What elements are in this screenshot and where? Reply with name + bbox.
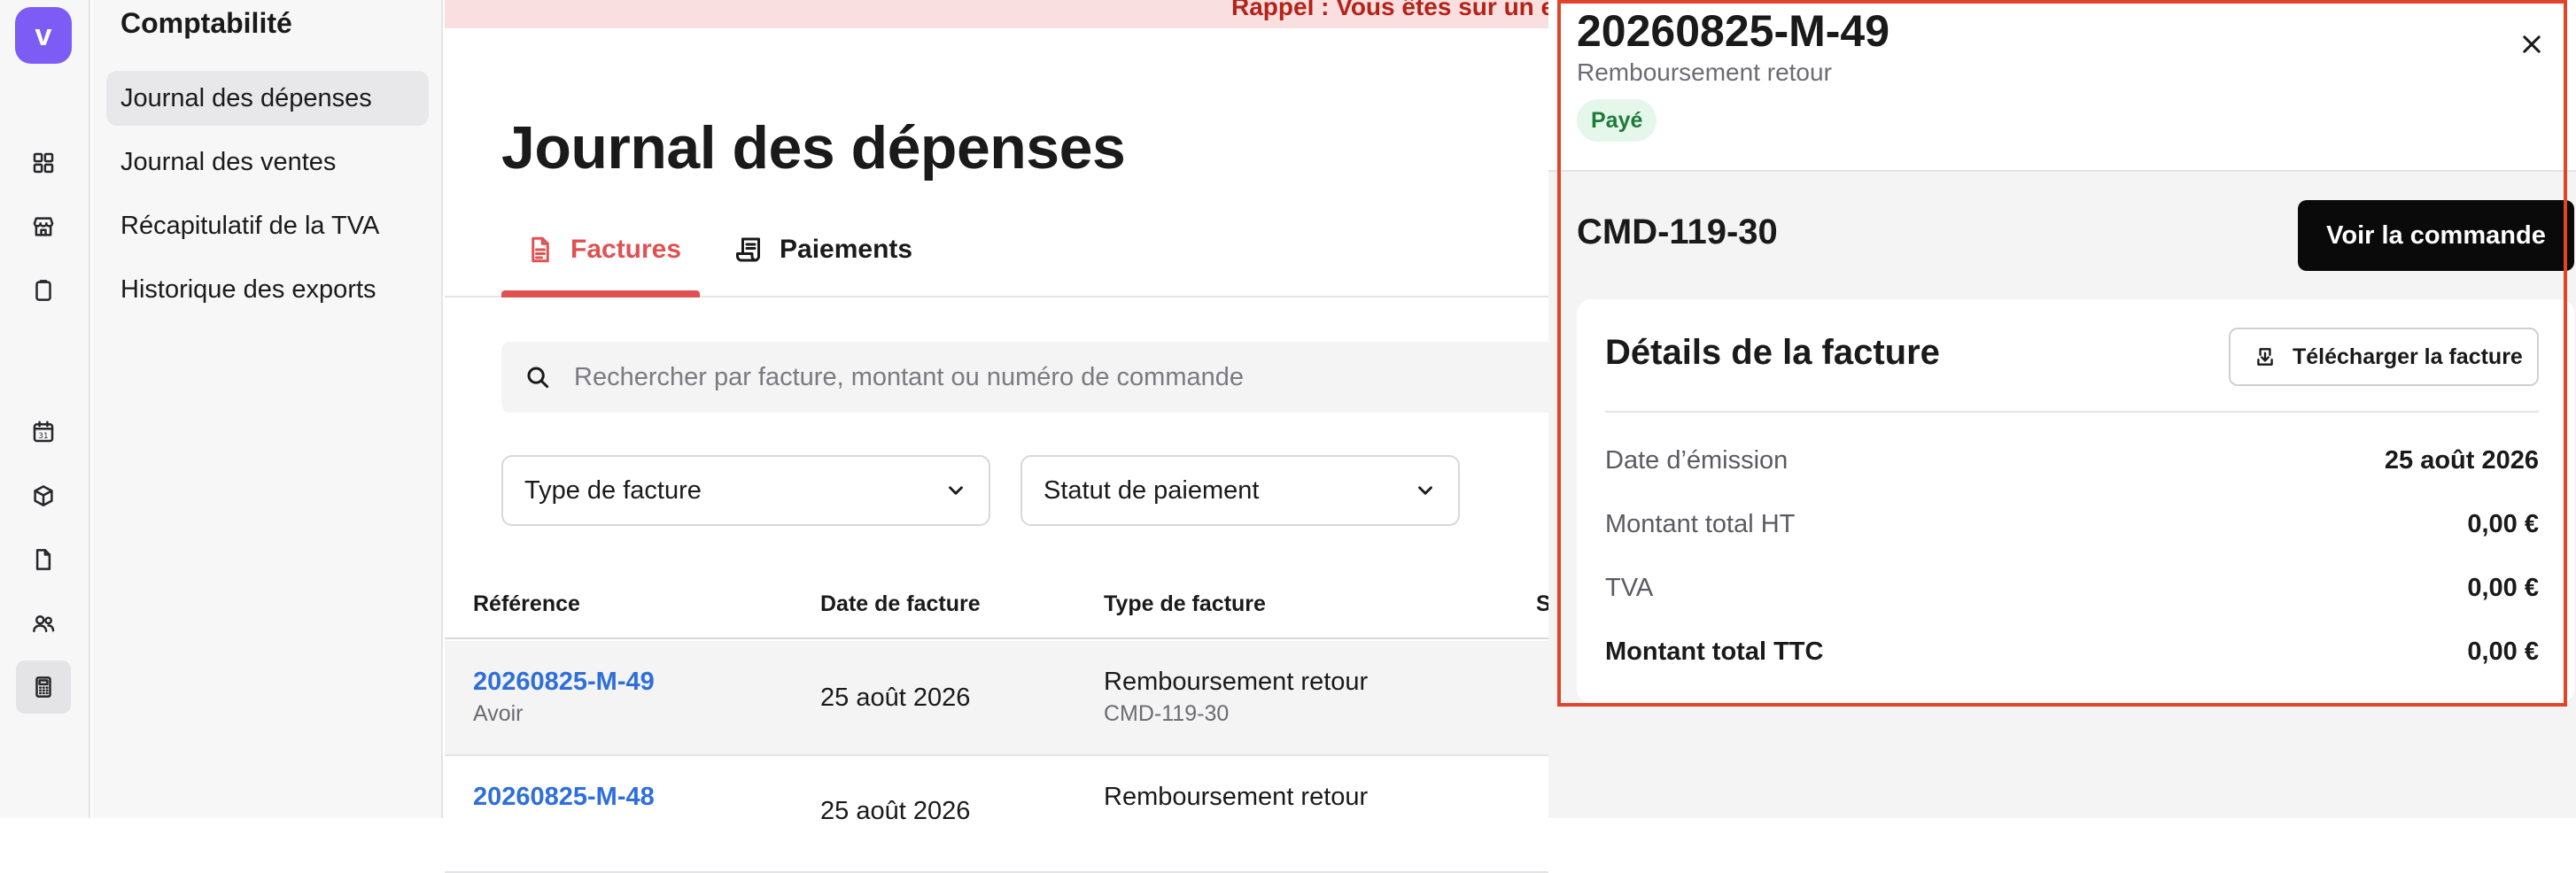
- column-header-reference: Référence: [473, 591, 580, 616]
- page-title: Journal des dépenses: [501, 114, 1126, 182]
- clipboard-icon[interactable]: [16, 264, 71, 317]
- drawer-title: 20260825-M-49: [1577, 6, 1890, 56]
- table-row[interactable]: 20260825-M-49 Avoir 25 août 2026 Rembour…: [445, 641, 1548, 756]
- sidebar-item-historique-exports[interactable]: Historique des exports: [106, 262, 429, 317]
- invoice-order-ref: CMD-119-30: [1104, 701, 1230, 726]
- download-icon: [2257, 348, 2273, 366]
- section-title: Comptabilité: [120, 7, 292, 39]
- invoice-date: 25 août 2026: [820, 684, 971, 712]
- document-icon[interactable]: [16, 533, 71, 586]
- invoice-details-card: Détails de la facture Télécharger la fac…: [1577, 299, 2574, 703]
- tab-bar: Factures Paiements: [445, 209, 1548, 297]
- close-icon: [2523, 35, 2541, 53]
- sidebar-item-label: Récapitulatif de la TVA: [120, 211, 380, 240]
- download-invoice-button[interactable]: Télécharger la facture: [2229, 328, 2539, 386]
- chevron-down-icon: [949, 486, 963, 495]
- total-ttc-value: 0,00 €: [2467, 637, 2539, 666]
- table-header: Référence Date de facture Type de factur…: [445, 579, 1551, 639]
- column-header-type: Type de facture: [1104, 591, 1266, 616]
- active-tab-indicator: [501, 290, 700, 297]
- calculator-icon[interactable]: [16, 661, 71, 714]
- total-ht-label: Montant total HT: [1605, 510, 1796, 538]
- sidebar-item-label: Journal des ventes: [120, 147, 337, 176]
- invoice-detail-drawer: 20260825-M-49 Remboursement retour Payé …: [1548, 0, 2576, 818]
- drawer-header: 20260825-M-49 Remboursement retour Payé: [1548, 0, 2576, 172]
- receipt-icon: [736, 237, 760, 262]
- view-order-button[interactable]: Voir la commande: [2298, 200, 2574, 271]
- main-content: Rappel : Vous êtes sur un e Journal des …: [445, 0, 1564, 873]
- users-icon[interactable]: [16, 597, 71, 650]
- grid-icon[interactable]: [16, 136, 71, 189]
- close-button[interactable]: [2514, 27, 2549, 62]
- app-logo[interactable]: v: [15, 7, 72, 64]
- invoice-icon: [531, 236, 549, 263]
- payment-status-select[interactable]: Statut de paiement: [1020, 455, 1460, 526]
- issue-date-value: 25 août 2026: [2384, 446, 2539, 475]
- box-icon[interactable]: [16, 469, 71, 522]
- search-bar[interactable]: [501, 342, 1564, 413]
- icon-rail: v 31: [0, 0, 90, 818]
- drawer-subtitle: Remboursement retour: [1577, 58, 1832, 86]
- invoice-type-select-label: Type de facture: [524, 475, 702, 505]
- store-icon[interactable]: [16, 200, 71, 253]
- order-id: CMD-119-30: [1577, 212, 1778, 251]
- invoice-reference-link[interactable]: 20260825-M-48: [473, 783, 655, 812]
- table-row[interactable]: 20260825-M-48 25 août 2026 Remboursement…: [445, 758, 1548, 873]
- invoice-kind: Avoir: [473, 701, 524, 726]
- divider: [1605, 411, 2539, 413]
- tab-factures[interactable]: Factures: [524, 221, 681, 278]
- sidebar-item-recap-tva[interactable]: Récapitulatif de la TVA: [106, 198, 429, 253]
- sidebar-item-label: Journal des dépenses: [120, 83, 372, 112]
- sidebar-item-label: Historique des exports: [120, 274, 376, 304]
- invoice-type-select[interactable]: Type de facture: [501, 455, 990, 526]
- logo-letter: v: [35, 18, 52, 52]
- chevron-down-icon: [1418, 486, 1432, 495]
- calendar-icon[interactable]: 31: [16, 406, 71, 459]
- search-icon: [527, 367, 549, 389]
- column-header-date: Date de facture: [820, 591, 981, 616]
- vat-label: TVA: [1605, 574, 1654, 602]
- vat-value: 0,00 €: [2467, 574, 2539, 602]
- card-title: Détails de la facture: [1605, 333, 1940, 372]
- payment-status-select-label: Statut de paiement: [1044, 475, 1260, 505]
- total-ht-value: 0,00 €: [2467, 510, 2539, 538]
- invoice-reference-link[interactable]: 20260825-M-49: [473, 668, 655, 697]
- banner-text: Rappel : Vous êtes sur un e: [1231, 0, 1548, 20]
- invoice-date: 25 août 2026: [820, 797, 971, 825]
- tab-label: Paiements: [780, 235, 913, 264]
- tab-label: Factures: [570, 235, 682, 264]
- issue-date-label: Date d’émission: [1605, 446, 1788, 475]
- invoice-type: Remboursement retour: [1104, 783, 1369, 811]
- total-ttc-label: Montant total TTC: [1605, 637, 1824, 666]
- section-sidebar: Comptabilité Journal des dépenses Journa…: [92, 0, 443, 818]
- sidebar-item-journal-ventes[interactable]: Journal des ventes: [106, 135, 429, 189]
- download-button-label: Télécharger la facture: [2293, 344, 2523, 369]
- invoice-type: Remboursement retour: [1104, 668, 1369, 696]
- search-input[interactable]: [574, 362, 1460, 392]
- sidebar-item-journal-depenses[interactable]: Journal des dépenses: [106, 71, 429, 126]
- reminder-banner: Rappel : Vous êtes sur un e: [445, 0, 1548, 28]
- tab-paiements[interactable]: Paiements: [733, 221, 912, 278]
- status-badge: Payé: [1577, 99, 1657, 142]
- calendar-day: 31: [38, 432, 48, 441]
